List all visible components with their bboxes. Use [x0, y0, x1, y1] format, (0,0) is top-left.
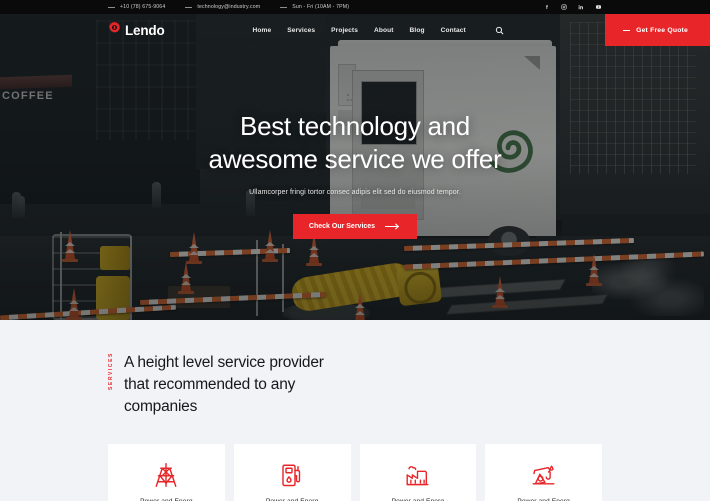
hero-content: Best technology and awesome service we o…	[0, 110, 710, 239]
services-heading-block: SERVICES A height level service provider…	[108, 352, 602, 418]
services-eyebrow: SERVICES	[108, 352, 114, 390]
services-title: A height level service provider that rec…	[124, 352, 324, 418]
nav-item-projects[interactable]: Projects	[331, 27, 358, 34]
services-title-line2: that recommended to any	[124, 376, 296, 393]
top-bar-phone[interactable]: +10 (78) 675-9064	[108, 4, 165, 10]
instagram-icon[interactable]	[561, 4, 567, 10]
nav-item-home[interactable]: Home	[253, 27, 272, 34]
dash-icon	[623, 29, 631, 31]
nav-item-contact[interactable]: Contact	[441, 27, 466, 34]
hero-headline: Best technology and awesome service we o…	[209, 110, 502, 176]
check-our-services-button[interactable]: Check Our Services	[292, 213, 418, 239]
nav-item-blog[interactable]: Blog	[410, 27, 425, 34]
services-card-grid: Power and Energ Power and Energ	[108, 444, 602, 501]
top-bar-hours-text: Sun - Fri (10AM - 7PM)	[292, 4, 350, 10]
service-card-fuel-pump[interactable]: Power and Energ	[233, 444, 351, 501]
dash-icon	[185, 6, 193, 8]
services-section: SERVICES A height level service provider…	[0, 320, 710, 501]
nav-menu: Home Services Projects About Blog Contac…	[253, 26, 504, 35]
gear-icon	[108, 21, 121, 39]
search-icon[interactable]	[495, 26, 504, 35]
hero-headline-line2: awesome service we offer	[208, 143, 502, 174]
hero-subtitle: Ullamcorper fringi tortor consec adipis …	[249, 188, 461, 196]
top-bar-contact-list: +10 (78) 675-9064 technology@industry.co…	[108, 4, 349, 10]
nav-item-services[interactable]: Services	[287, 27, 315, 34]
arrow-right-icon	[385, 223, 401, 230]
factory-icon	[405, 461, 430, 489]
facebook-icon[interactable]	[544, 4, 550, 10]
brand-name: Lendo	[125, 22, 165, 38]
top-bar-email[interactable]: technology@industry.com	[185, 4, 260, 10]
top-bar-phone-text: +10 (78) 675-9064	[120, 4, 166, 10]
check-our-services-label: Check Our Services	[308, 222, 376, 230]
service-card-oil-pumpjack[interactable]: Power and Energ	[485, 444, 602, 501]
services-title-line3: companies	[124, 398, 198, 415]
linkedin-icon[interactable]	[578, 4, 584, 10]
hero-headline-line1: Best technology and	[240, 111, 470, 141]
fuel-pump-icon	[280, 461, 304, 489]
get-free-quote-label: Get Free Quote	[636, 26, 688, 34]
services-title-line1: A height level service provider	[124, 354, 324, 371]
hero-section: COFFEE ooo	[0, 14, 710, 320]
top-bar: +10 (78) 675-9064 technology@industry.co…	[0, 0, 710, 14]
brand-logo[interactable]: Lendo	[108, 21, 165, 39]
top-bar-social-list	[544, 4, 602, 10]
nav-item-about[interactable]: About	[374, 27, 394, 34]
youtube-icon[interactable]	[595, 4, 602, 10]
oil-pumpjack-icon	[531, 461, 556, 489]
power-pylon-icon	[154, 461, 178, 489]
service-card-factory[interactable]: Power and Energ	[359, 444, 477, 501]
dash-icon	[280, 6, 288, 8]
service-card-power-pylon[interactable]: Power and Energ	[108, 444, 225, 501]
dash-icon	[108, 6, 115, 8]
top-bar-hours: Sun - Fri (10AM - 7PM)	[280, 4, 349, 10]
top-bar-email-text: technology@industry.com	[197, 4, 261, 10]
get-free-quote-button[interactable]: Get Free Quote	[605, 14, 710, 46]
main-navigation: Lendo Home Services Projects About Blog …	[0, 14, 710, 46]
